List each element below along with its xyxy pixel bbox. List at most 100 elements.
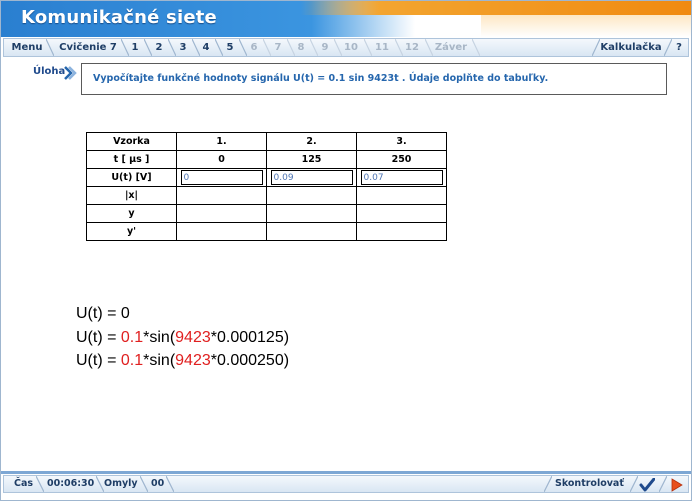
nav-separator [310, 39, 318, 56]
nav-bar: Menu Cvičenie 7 1 2 3 4 5 6 7 8 9 10 11 … [3, 38, 689, 57]
table-row: y [86, 204, 447, 223]
formula-block: U(t) = 0 U(t) = 0.1*sin(9423*0.000125) U… [76, 302, 289, 373]
formula-suffix: *0.000125) [210, 328, 290, 346]
nav-step-8: 8 [297, 42, 305, 53]
formula-function: *sin( [143, 352, 176, 369]
table-cell [356, 168, 447, 187]
nav-separator [144, 39, 152, 56]
app-window: Komunikačné siete Menu Cvičenie 7 1 2 3 … [0, 0, 692, 501]
nav-step-2[interactable]: 2 [152, 39, 166, 56]
formula-function: *sin( [143, 328, 176, 346]
task-box: Vypočítajte funkčné hodnoty signálu U(t)… [81, 63, 667, 95]
row-label: y [86, 204, 177, 223]
nav-step-5[interactable]: 5 [223, 39, 237, 56]
table-cell [176, 204, 267, 223]
nav-step-12: 12 [405, 42, 419, 53]
nav-step-6: 6 [250, 42, 258, 53]
u-input-3[interactable] [360, 170, 443, 185]
status-separator [36, 476, 44, 493]
status-bar: Čas 00:06:30 Omyly 00 Skontrolovať [3, 475, 689, 493]
status-separator [659, 476, 667, 493]
nav-separator [215, 39, 223, 56]
nav-separator [263, 39, 271, 56]
table-cell [176, 222, 267, 241]
nav-separator [592, 39, 600, 56]
table-cell [176, 186, 267, 205]
nav-end: Záver [434, 42, 468, 53]
row-label: t [ µs ] [86, 150, 177, 169]
table-cell [176, 168, 267, 187]
nav-exercise[interactable]: Cvičenie 7 [56, 39, 120, 56]
table-cell [266, 168, 357, 187]
errors-label: Omyly [104, 478, 138, 489]
formula-line-2: U(t) = 0.1*sin(9423*0.000125) [76, 326, 289, 350]
task-text: Vypočítajte funkčné hodnoty signálu U(t)… [93, 73, 549, 84]
table-cell [356, 204, 447, 223]
formula-prefix: U(t) = [76, 328, 121, 346]
values-table: Vzorka 1. 2. 3. t [ µs ] 0 125 250 U(t) … [86, 132, 447, 241]
table-header-cell: 3. [356, 132, 447, 151]
formula-omega: 9423 [175, 328, 211, 346]
formula-line-1: U(t) = 0 [76, 305, 130, 322]
formula-prefix: U(t) = [76, 352, 121, 369]
status-separator [630, 476, 638, 493]
table-header-cell: 1. [176, 132, 267, 151]
table-cell [356, 222, 447, 241]
table-cell [356, 186, 447, 205]
table-row: |x| [86, 186, 447, 205]
table-cell [266, 204, 357, 223]
table-row: U(t) [V] [86, 168, 447, 187]
next-arrow-icon[interactable] [669, 477, 685, 492]
table-cell [266, 222, 357, 241]
help-button[interactable]: ? [672, 39, 686, 56]
nav-step-9: 9 [321, 42, 329, 53]
task-label: Úloha [33, 66, 66, 77]
nav-separator [239, 39, 247, 56]
title-accent-glow [481, 15, 691, 37]
chevron-right-icon [63, 65, 77, 80]
row-label: y' [86, 222, 177, 241]
status-separator [166, 476, 174, 493]
table-header-row: Vzorka 1. 2. 3. [86, 132, 447, 151]
time-label: Čas [14, 478, 34, 489]
status-separator [140, 476, 148, 493]
nav-separator [664, 39, 672, 56]
time-value: 00:06:30 [47, 478, 95, 489]
formula-line-3: U(t) = 0.1*sin(9423*0.000250) [76, 349, 289, 373]
table-header-cell: Vzorka [86, 132, 177, 151]
formula-suffix: *0.000250) [210, 352, 290, 369]
table-header-cell: 2. [266, 132, 357, 151]
status-separator [544, 476, 552, 493]
errors-value: 00 [151, 478, 165, 489]
nav-step-3[interactable]: 3 [176, 39, 190, 56]
nav-separator [46, 39, 54, 56]
formula-amplitude: 0.1 [120, 328, 144, 346]
title-bar: Komunikačné siete [1, 1, 691, 37]
calculator-button[interactable]: Kalkulačka [600, 39, 662, 56]
status-separator [96, 476, 104, 493]
nav-step-4[interactable]: 4 [199, 39, 213, 56]
table-row: t [ µs ] 0 125 250 [86, 150, 447, 169]
nav-separator [168, 39, 176, 56]
nav-separator [364, 39, 372, 56]
nav-separator [425, 39, 433, 56]
table-cell: 250 [356, 150, 447, 169]
table-cell: 125 [266, 150, 357, 169]
checkmark-icon[interactable] [639, 477, 656, 492]
u-input-2[interactable] [270, 170, 353, 185]
table-row: y' [86, 222, 447, 241]
u-input-1[interactable] [180, 170, 263, 185]
nav-step-1[interactable]: 1 [128, 39, 142, 56]
table-cell [266, 186, 357, 205]
nav-menu[interactable]: Menu [10, 39, 44, 56]
bottom-divider [1, 471, 691, 474]
formula-amplitude: 0.1 [120, 352, 144, 369]
row-label: U(t) [V] [86, 168, 177, 187]
formula-omega: 9423 [175, 352, 211, 369]
nav-step-7: 7 [274, 42, 282, 53]
row-label: |x| [86, 186, 177, 205]
nav-step-10: 10 [344, 42, 358, 53]
app-title: Komunikačné siete [21, 7, 217, 28]
title-accent-stripe [301, 1, 691, 15]
check-button[interactable]: Skontrolovať [555, 476, 624, 492]
